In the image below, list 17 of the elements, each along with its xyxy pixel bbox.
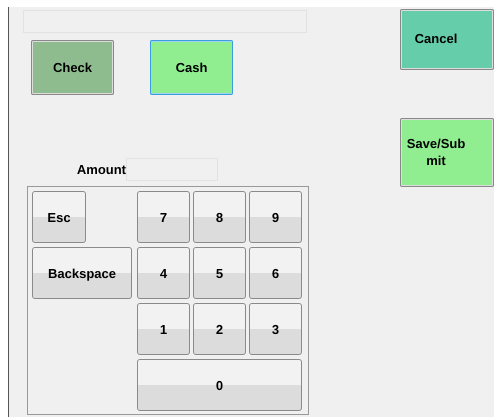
keypad-key[interactable]: 2 xyxy=(193,303,246,355)
keypad-key[interactable]: Backspace xyxy=(32,247,132,299)
keypad-key[interactable]: 7 xyxy=(137,191,190,243)
keypad-key[interactable]: 1 xyxy=(137,303,190,355)
payment-type-button[interactable]: Check xyxy=(31,40,114,95)
keypad-key[interactable]: 4 xyxy=(137,247,190,299)
keypad-key[interactable]: 5 xyxy=(193,247,246,299)
keypad-key[interactable]: Esc xyxy=(32,191,86,243)
action-button[interactable]: Save/Submit xyxy=(400,118,494,187)
keypad-key[interactable]: 0 xyxy=(137,359,302,411)
keypad-key[interactable]: 9 xyxy=(249,191,302,243)
action-button[interactable]: Cancel xyxy=(400,9,494,70)
keypad-key[interactable]: 8 xyxy=(193,191,246,243)
keypad-key[interactable]: 3 xyxy=(249,303,302,355)
payment-type-button[interactable]: Cash xyxy=(150,40,233,95)
amount-label: Amount xyxy=(76,162,126,177)
keypad-key[interactable]: 6 xyxy=(249,247,302,299)
